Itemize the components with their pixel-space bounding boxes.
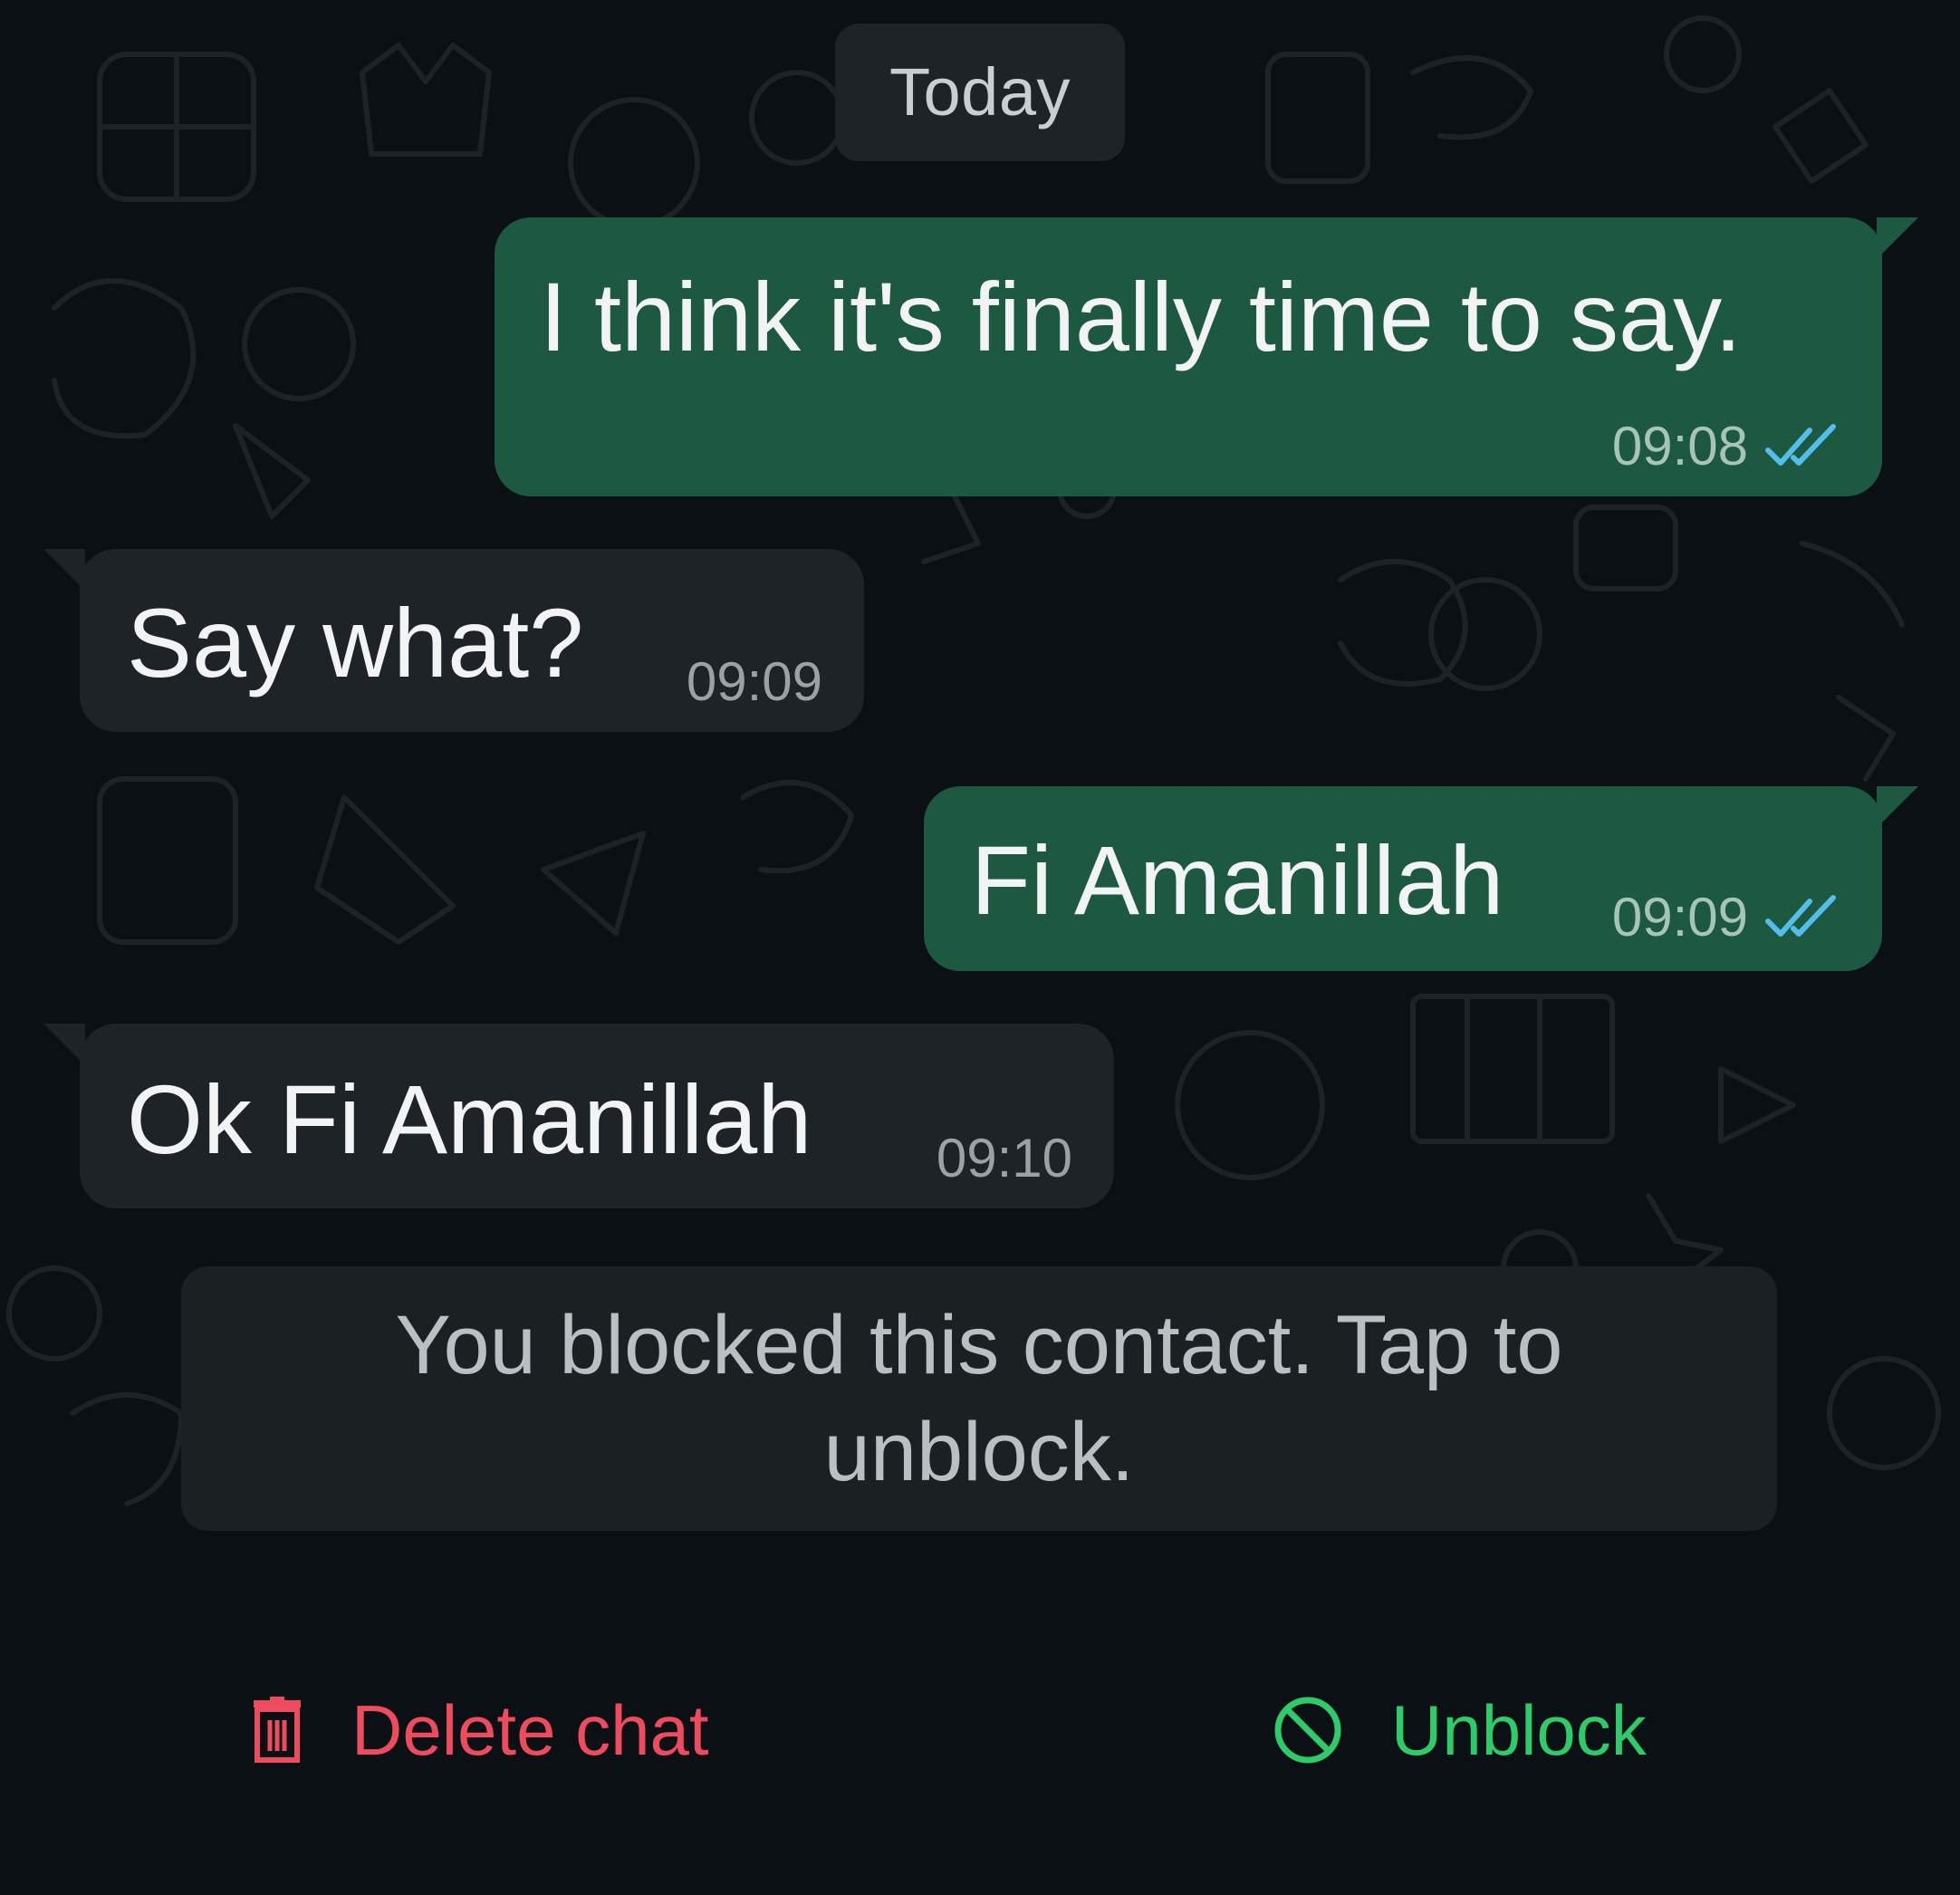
incoming-message[interactable]: Say what? 09:09 [43,549,864,732]
unblock-button[interactable]: Unblock [1272,1685,1647,1775]
message-text: Say what? [127,588,584,697]
bubble-tail [1877,786,1918,828]
outgoing-message[interactable]: Fi Amanillah 09:09 [924,786,1918,971]
message-meta: 09:09 [1612,886,1840,949]
message-time: 09:08 [1611,416,1748,476]
message-time: 09:09 [1611,887,1748,948]
message-time: 09:09 [686,651,822,712]
message-text: I think it's finally time to say. [540,262,1743,371]
double-check-read-icon [1765,895,1836,937]
trash-icon [254,1697,301,1763]
incoming-message[interactable]: Ok Fi Amanillah 09:10 [43,1024,1114,1208]
double-check-read-icon [1765,424,1836,466]
outgoing-message[interactable]: I think it's finally time to say. 09:08 [495,217,1918,496]
date-divider: Today [835,24,1125,161]
message-time: 09:10 [936,1128,1072,1188]
delete-chat-label: Delete chat [351,1689,709,1770]
bubble-tail [43,1024,85,1065]
message-meta: 09:08 [1612,415,1840,478]
block-icon [1274,1697,1341,1764]
bubble-tail [1877,217,1918,259]
chat-message-area[interactable]: Today I think it's finally time to say. … [0,0,1960,1576]
message-meta: 09:10 [937,1127,1072,1190]
delete-chat-button[interactable]: Delete chat [250,1685,709,1775]
message-text: Fi Amanillah [971,825,1504,935]
message-meta: 09:09 [687,650,822,714]
message-text: Ok Fi Amanillah [127,1064,812,1174]
unblock-label: Unblock [1391,1689,1647,1770]
blocked-contact-notice[interactable]: You blocked this contact. Tap to unblock… [181,1266,1777,1531]
bubble-tail [43,549,85,591]
chat-screen: Today I think it's finally time to say. … [0,0,1960,1895]
